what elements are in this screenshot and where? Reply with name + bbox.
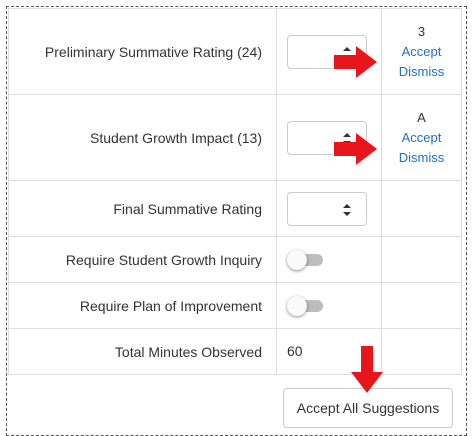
suggestion-cell-preliminary: 3 Accept Dismiss — [381, 8, 462, 95]
row-label-growth-inquiry: Require Student Growth Inquiry — [8, 236, 277, 283]
suggested-value: 3 — [417, 23, 426, 39]
accept-all-suggestions-button[interactable]: Accept All Suggestions — [283, 388, 453, 428]
dismiss-link[interactable]: Dismiss — [382, 148, 461, 168]
red-arrow-icon — [334, 46, 377, 78]
row-label-final-rating: Final Summative Rating — [8, 180, 277, 237]
row-label-total-minutes: Total Minutes Observed — [8, 328, 277, 375]
toggle-knob — [287, 295, 307, 316]
rating-form-table: Preliminary Summative Rating (24) 3 Acce… — [8, 8, 462, 375]
row-label-preliminary: Preliminary Summative Rating (24) — [8, 8, 277, 95]
toggle-knob — [287, 249, 307, 270]
accept-link[interactable]: Accept — [382, 42, 461, 62]
table-row: Preliminary Summative Rating (24) 3 Acce… — [8, 8, 462, 95]
final-rating-select[interactable] — [287, 191, 367, 226]
suggestion-cell-growth-impact: A Accept Dismiss — [381, 94, 462, 181]
table-row: Require Student Growth Inquiry — [8, 236, 462, 283]
red-arrow-icon — [334, 133, 377, 165]
row-label-plan-of-improvement: Require Plan of Improvement — [8, 282, 277, 329]
red-arrow-icon — [351, 346, 383, 393]
plan-of-improvement-toggle[interactable] — [287, 295, 325, 316]
table-row: Final Summative Rating — [8, 180, 462, 237]
dismiss-link[interactable]: Dismiss — [382, 62, 461, 82]
table-row: Student Growth Impact (13) A Accept Dism… — [8, 94, 462, 181]
accept-link[interactable]: Accept — [382, 128, 461, 148]
total-minutes-value: 60 — [287, 342, 303, 359]
chevron-up-down-icon — [343, 203, 351, 216]
table-row: Total Minutes Observed 60 — [8, 328, 462, 375]
table-row: Require Plan of Improvement — [8, 282, 462, 329]
row-label-growth-impact: Student Growth Impact (13) — [8, 94, 277, 181]
suggested-value: A — [417, 109, 426, 125]
growth-inquiry-toggle[interactable] — [287, 249, 325, 270]
